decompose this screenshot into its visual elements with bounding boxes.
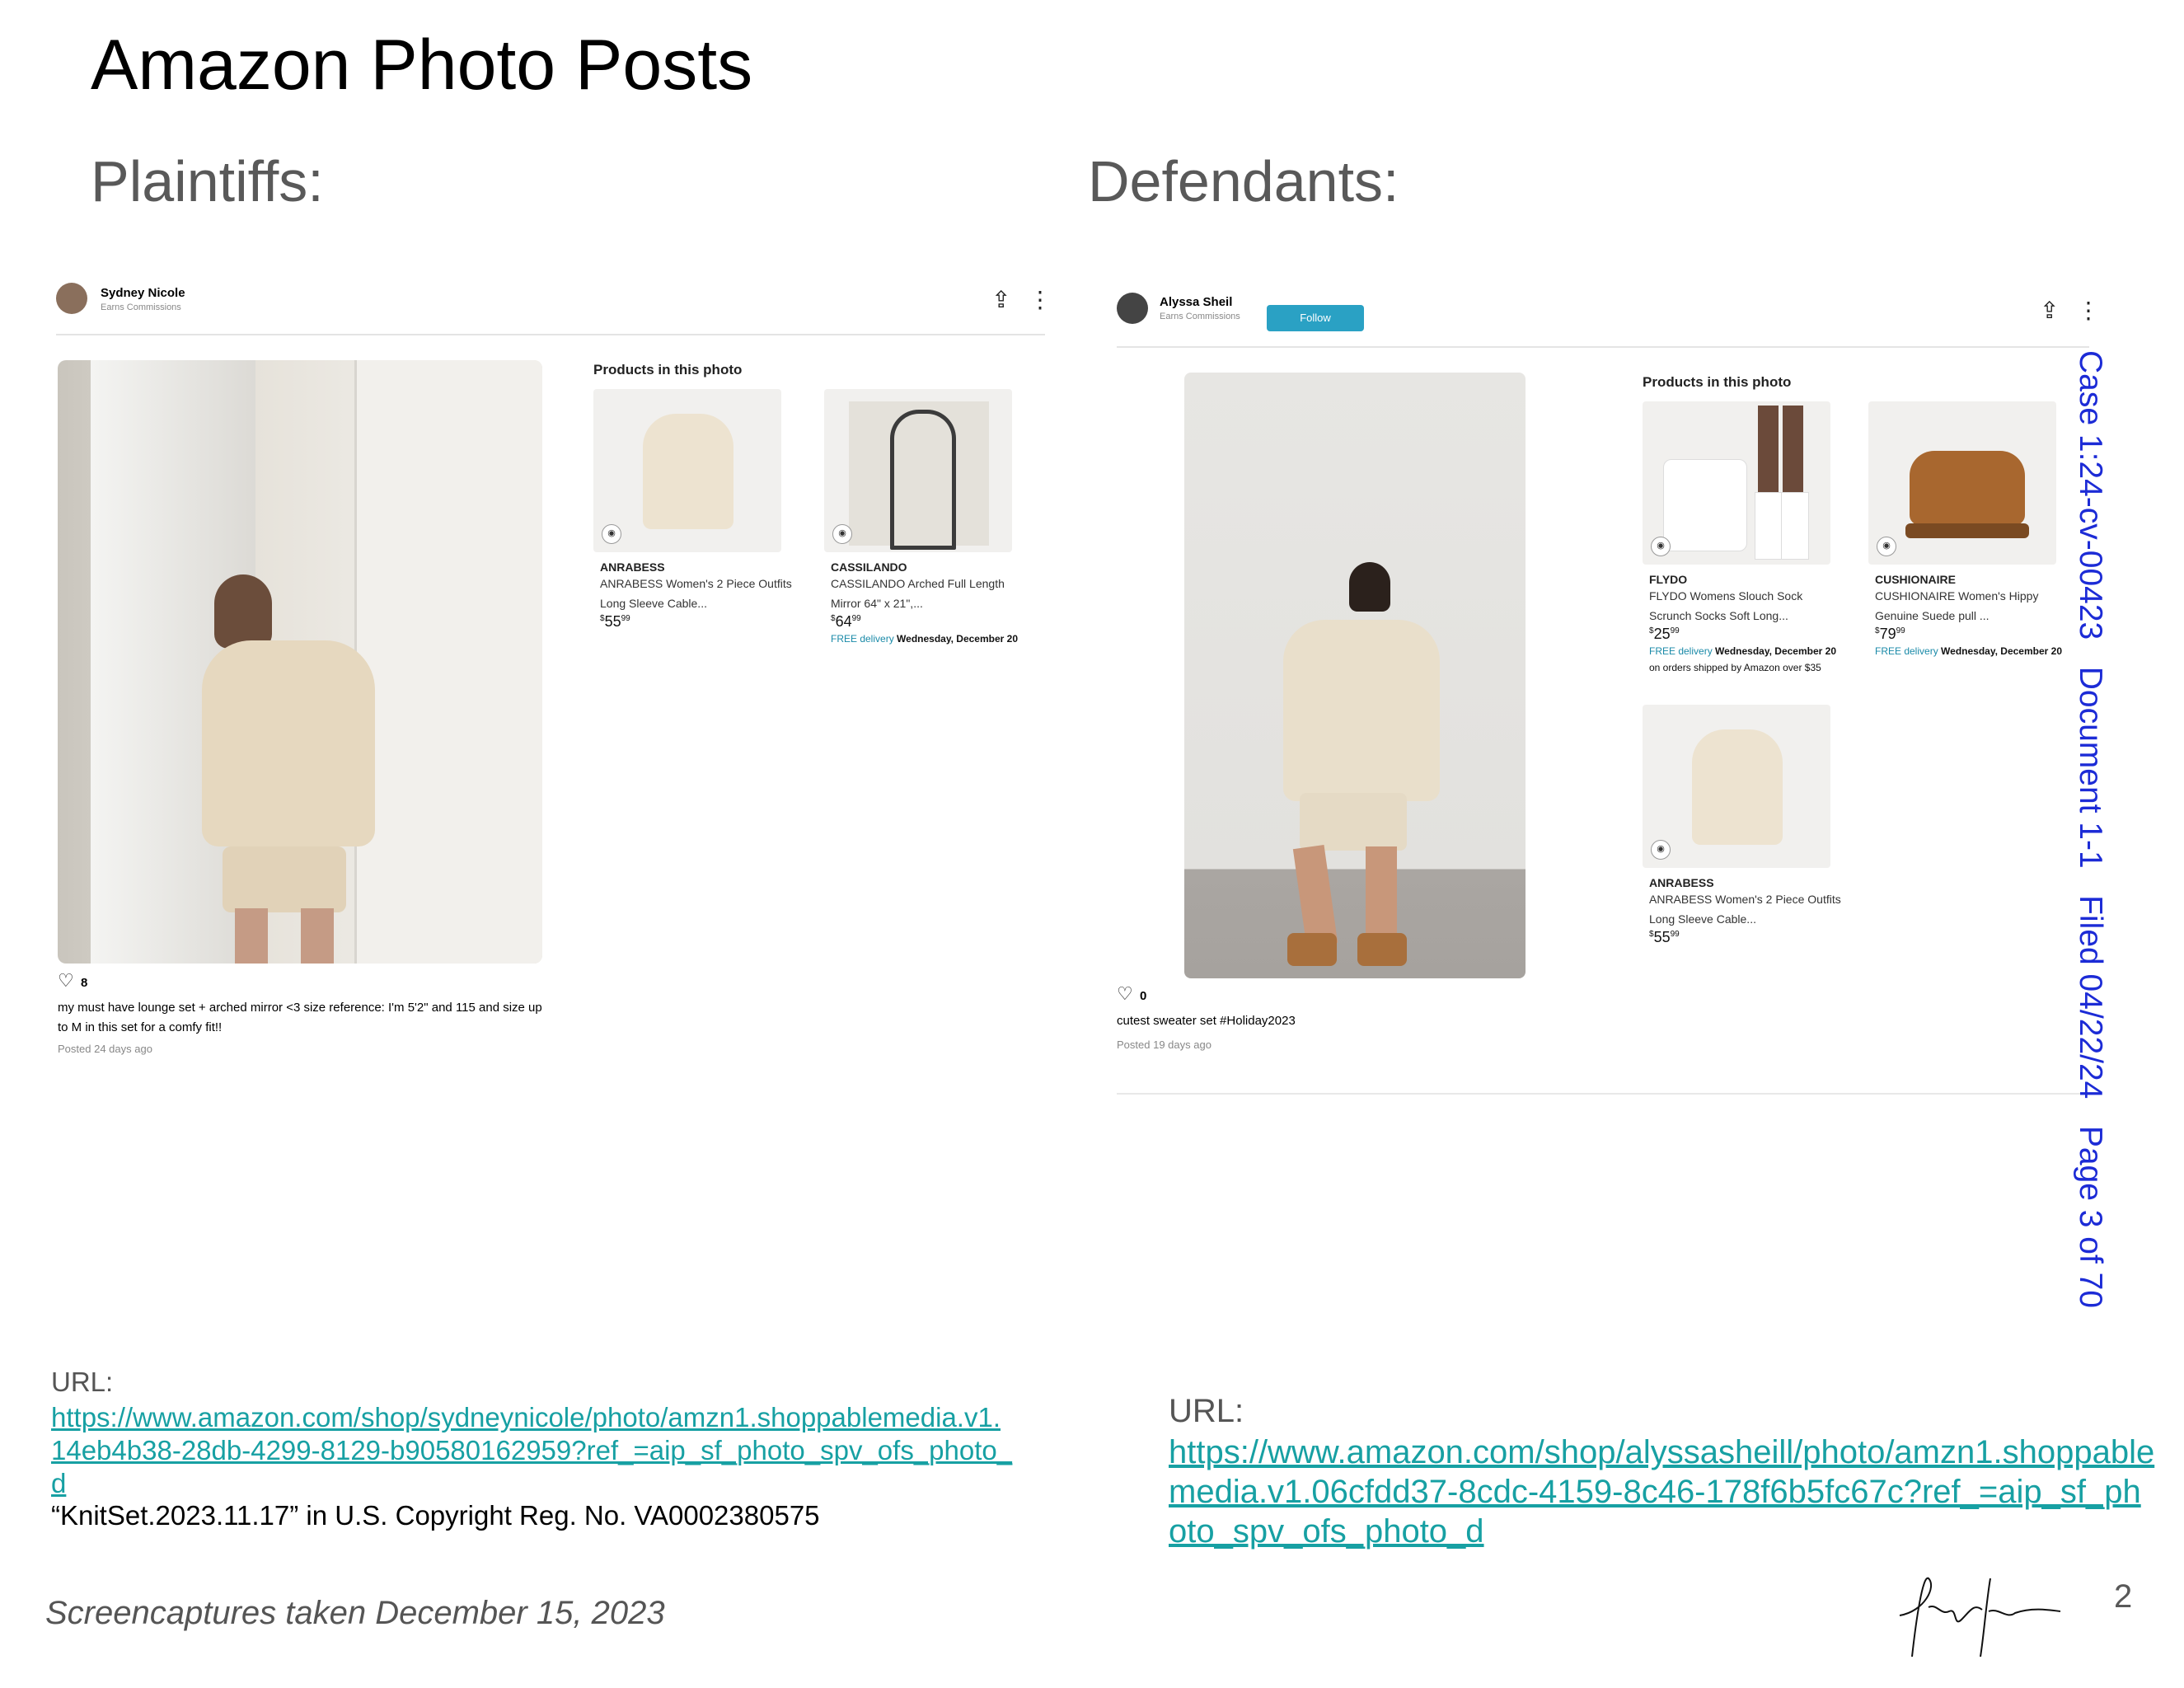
delivery-info: FREE delivery Wednesday, December 20 xyxy=(831,633,1018,645)
post-photo[interactable] xyxy=(58,360,542,964)
product-card[interactable]: ◉ ANRABESS ANRABESS Women's 2 Piece Outf… xyxy=(1643,705,1847,946)
product-card[interactable]: ◉ CUSHIONAIRE CUSHIONAIRE Women's Hippy … xyxy=(1868,401,2073,659)
socks-shape xyxy=(1663,459,1747,551)
defendant-post: Alyssa Sheil Earns Commissions Follow ⇪ … xyxy=(1117,288,2100,1096)
left-url-label: URL: xyxy=(51,1367,114,1397)
leg-shape xyxy=(235,908,268,964)
product-price: $2599 xyxy=(1649,626,1680,642)
defendants-heading: Defendants: xyxy=(1088,149,1399,213)
posted-time: Posted 19 days ago xyxy=(1117,1039,1212,1051)
product-brand: FLYDO xyxy=(1649,573,1688,586)
product-thumbnail[interactable]: ◉ xyxy=(1643,705,1830,868)
divider xyxy=(1117,346,2089,348)
copyright-registration: “KnitSet.2023.11.17” in U.S. Copyright R… xyxy=(51,1500,820,1531)
product-thumbnail[interactable]: ◉ xyxy=(824,389,1012,552)
like-count: 8 xyxy=(81,976,88,990)
plaintiffs-heading: Plaintiffs: xyxy=(91,149,324,213)
product-price: $6499 xyxy=(831,613,861,630)
mirror-shape xyxy=(890,410,956,550)
product-title[interactable]: ANRABESS Women's 2 Piece Outfits Long Sl… xyxy=(600,574,798,613)
more-options-icon[interactable]: ⋮ xyxy=(2077,297,2100,324)
leg-shape xyxy=(1783,406,1803,496)
avatar[interactable] xyxy=(56,283,87,314)
right-url-label: URL: xyxy=(1169,1393,1244,1429)
plaintiff-post: Sydney Nicole Earns Commissions ⇪ ⋮ Prod… xyxy=(56,276,1052,1067)
sweater-shape xyxy=(643,414,733,529)
products-header: Products in this photo xyxy=(593,362,743,377)
sock-shape xyxy=(1755,492,1783,560)
product-brand: ANRABESS xyxy=(600,560,665,574)
product-thumbnail[interactable]: ◉ xyxy=(1643,401,1830,565)
earns-commissions-label: Earns Commissions xyxy=(1160,312,1240,321)
product-card[interactable]: ◉ CASSILANDO CASSILANDO Arched Full Leng… xyxy=(824,389,1029,647)
boot-shape xyxy=(1357,933,1407,966)
boot-shape xyxy=(1910,451,2025,525)
product-title[interactable]: ANRABESS Women's 2 Piece Outfits Long Sl… xyxy=(1649,889,1847,929)
product-title[interactable]: FLYDO Womens Slouch Sock Scrunch Socks S… xyxy=(1649,586,1847,626)
boot-shape xyxy=(1287,933,1337,966)
sock-shape xyxy=(1781,492,1809,560)
divider xyxy=(56,334,1045,335)
case-header: Case 1:24-cv-00423 Document 1-1 Filed 04… xyxy=(2073,350,2108,1309)
footer-note: Screencaptures taken December 15, 2023 xyxy=(45,1595,665,1631)
product-thumbnail[interactable]: ◉ xyxy=(593,389,781,552)
delivery-info: FREE delivery Wednesday, December 20 xyxy=(1875,645,2062,657)
sweater-shape xyxy=(202,640,375,846)
product-price: $5599 xyxy=(1649,929,1680,945)
eye-icon[interactable]: ◉ xyxy=(602,524,621,544)
door-shape xyxy=(354,360,542,964)
product-card[interactable]: ◉ ANRABESS ANRABESS Women's 2 Piece Outf… xyxy=(593,389,798,631)
product-price: $7999 xyxy=(1875,626,1905,642)
heart-icon[interactable]: ♡ xyxy=(58,970,74,992)
product-thumbnail[interactable]: ◉ xyxy=(1868,401,2056,565)
eye-icon[interactable]: ◉ xyxy=(832,524,852,544)
shorts-shape xyxy=(1300,793,1407,851)
page-number: 2 xyxy=(2114,1578,2133,1615)
product-brand: CASSILANDO xyxy=(831,560,907,574)
follow-button[interactable]: Follow xyxy=(1267,305,1364,331)
eye-icon[interactable]: ◉ xyxy=(1651,537,1671,556)
post-caption: cutest sweater set #Holiday2023 xyxy=(1117,1014,1296,1028)
page-title: Amazon Photo Posts xyxy=(91,26,753,105)
product-card[interactable]: ◉ FLYDO FLYDO Womens Slouch Sock Scrunch… xyxy=(1643,401,1847,676)
plaintiff-url-link[interactable]: https://www.amazon.com/shop/sydneynicole… xyxy=(51,1401,1012,1500)
boot-sole-shape xyxy=(1905,523,2029,538)
post-photo[interactable] xyxy=(1184,373,1526,978)
product-title[interactable]: CUSHIONAIRE Women's Hippy Genuine Suede … xyxy=(1875,586,2073,626)
eye-icon[interactable]: ◉ xyxy=(1651,840,1671,860)
signature xyxy=(1899,1577,2061,1658)
avatar[interactable] xyxy=(1117,293,1148,324)
defendant-url-link[interactable]: https://www.amazon.com/shop/alyssasheill… xyxy=(1169,1432,2154,1551)
eye-icon[interactable]: ◉ xyxy=(1877,537,1896,556)
product-price: $5599 xyxy=(600,613,630,630)
products-header: Products in this photo xyxy=(1643,374,1792,390)
sweater-shape xyxy=(1283,620,1440,801)
more-options-icon[interactable]: ⋮ xyxy=(1029,286,1052,313)
leg-shape xyxy=(1292,844,1338,948)
heart-icon[interactable]: ♡ xyxy=(1117,983,1133,1005)
post-caption: my must have lounge set + arched mirror … xyxy=(58,1001,542,1034)
like-count: 0 xyxy=(1140,989,1147,1003)
share-icon[interactable]: ⇪ xyxy=(2040,297,2059,324)
product-brand: CUSHIONAIRE xyxy=(1875,573,1957,586)
leg-shape xyxy=(1366,846,1397,945)
earns-commissions-label: Earns Commissions xyxy=(101,302,181,312)
post-username[interactable]: Alyssa Sheil xyxy=(1160,295,1232,309)
leg-shape xyxy=(301,908,334,964)
post-username[interactable]: Sydney Nicole xyxy=(101,286,185,300)
delivery-info: FREE delivery Wednesday, December 20 on … xyxy=(1649,645,1836,673)
leg-shape xyxy=(1758,406,1779,496)
share-icon[interactable]: ⇪ xyxy=(991,286,1010,313)
posted-time: Posted 24 days ago xyxy=(58,1043,152,1055)
divider xyxy=(1117,1093,2089,1095)
sweater-shape xyxy=(1692,729,1783,845)
product-brand: ANRABESS xyxy=(1649,876,1714,889)
product-title[interactable]: CASSILANDO Arched Full Length Mirror 64"… xyxy=(831,574,1029,613)
shorts-shape xyxy=(223,846,346,912)
person-hair xyxy=(1349,562,1390,612)
person-hair xyxy=(214,574,272,649)
